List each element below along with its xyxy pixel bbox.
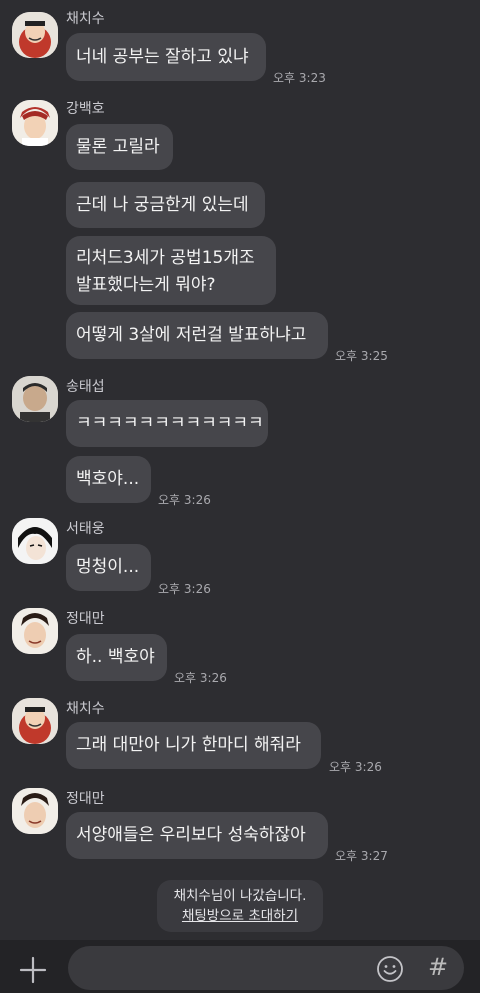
message-bubble-multiline[interactable]: 리처드3세가 공법15개조 발표했다는게 뭐야? xyxy=(66,236,276,305)
timestamp: 오후 3:26 xyxy=(174,671,227,685)
sender-name: 채치수 xyxy=(66,11,105,27)
avatar-chaechisu[interactable] xyxy=(12,698,58,744)
avatar-songtaeseop[interactable] xyxy=(12,376,58,422)
avatar-jungdaeman[interactable] xyxy=(12,608,58,654)
message-bubble[interactable]: 너네 공부는 잘하고 있냐 xyxy=(66,33,266,81)
timestamp: 오후 3:23 xyxy=(273,71,326,85)
message-bubble[interactable]: 하.. 백호야 xyxy=(66,634,167,681)
timestamp: 오후 3:26 xyxy=(158,582,211,596)
emoji-icon[interactable] xyxy=(376,955,404,983)
avatar-seotaeung[interactable] xyxy=(12,518,58,564)
timestamp: 오후 3:25 xyxy=(335,349,388,363)
message-bubble[interactable]: 서양애들은 우리보다 성숙하잖아 xyxy=(66,812,328,859)
timestamp: 오후 3:27 xyxy=(335,849,388,863)
message-line: 리처드3세가 공법15개조 xyxy=(76,248,255,268)
message-bubble[interactable]: ㅋㅋㅋㅋㅋㅋㅋㅋㅋㅋㅋㅋ xyxy=(66,400,268,447)
message-bubble[interactable]: 멍청이... xyxy=(66,544,151,591)
avatar-jungdaeman[interactable] xyxy=(12,788,58,834)
sender-name: 강백호 xyxy=(66,101,105,117)
message-bubble[interactable]: 어떻게 3살에 저런걸 발표하냐고 xyxy=(66,312,328,359)
sender-name: 송태섭 xyxy=(66,379,105,395)
message-bubble[interactable]: 물론 고릴라 xyxy=(66,124,173,170)
message-bubble[interactable]: 백호야... xyxy=(66,456,151,503)
invite-link[interactable]: 채팅방으로 초대하기 xyxy=(157,906,323,926)
message-line: 발표했다는게 뭐야? xyxy=(76,275,216,295)
sender-name: 채치수 xyxy=(66,701,105,717)
sender-name: 정대만 xyxy=(66,791,105,807)
sender-name: 서태웅 xyxy=(66,521,105,537)
message-bubble[interactable]: 근데 나 궁금한게 있는데 xyxy=(66,182,265,228)
hash-icon[interactable]: # xyxy=(428,953,448,981)
avatar-chaechisu[interactable] xyxy=(12,12,58,58)
message-bubble[interactable]: 그래 대만아 니가 한마디 해줘라 xyxy=(66,722,321,769)
notice-text: 채치수님이 나갔습니다. xyxy=(173,888,307,904)
message-input[interactable] xyxy=(68,946,464,990)
system-notice: 채치수님이 나갔습니다. 채팅방으로 초대하기 xyxy=(157,880,323,932)
plus-icon[interactable] xyxy=(18,955,48,985)
avatar-kangbaekho[interactable] xyxy=(12,100,58,146)
timestamp: 오후 3:26 xyxy=(329,760,382,774)
chat-room: 채치수 너네 공부는 잘하고 있냐 오후 3:23 강백호 물론 고릴라 근데 … xyxy=(0,0,480,940)
sender-name: 정대만 xyxy=(66,611,105,627)
timestamp: 오후 3:26 xyxy=(158,493,211,507)
